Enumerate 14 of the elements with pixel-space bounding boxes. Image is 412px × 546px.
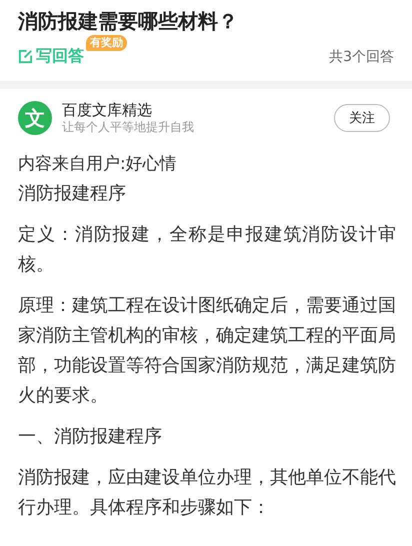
answer-paragraph: 消防报建，应由建设单位办理，其他单位不能代行办理。具体程序和步骤如下： xyxy=(18,466,396,520)
author-name[interactable]: 百度文库精选 xyxy=(62,101,324,119)
answer-paragraph: 消防报建程序 xyxy=(18,182,127,206)
answer-count: 共3个回答 xyxy=(329,48,394,66)
follow-button[interactable]: 关注 xyxy=(334,104,390,132)
source-note: 内容来自用户:好心情 xyxy=(18,153,178,176)
answer-paragraph: 一、消防报建程序 xyxy=(18,425,163,449)
author-slogan: 让每个人平等地提升自我 xyxy=(62,119,195,135)
answer-paragraph: 原理：建筑工程在设计图纸确定后，需要通过国家消防主管机构的审核，确定建筑工程的平面局部，功能设置等符合国家消防规范，满足建筑防火的要求。 xyxy=(18,294,396,408)
question-title: 消防报建需要哪些材料？ xyxy=(18,8,239,35)
answer-paragraph: 定义：消防报建，全称是申报建筑消防设计审核。 xyxy=(18,223,396,277)
reward-badge: 有奖励 xyxy=(86,35,127,51)
edit-icon[interactable] xyxy=(18,49,33,64)
author-logo: 文 xyxy=(18,101,52,135)
